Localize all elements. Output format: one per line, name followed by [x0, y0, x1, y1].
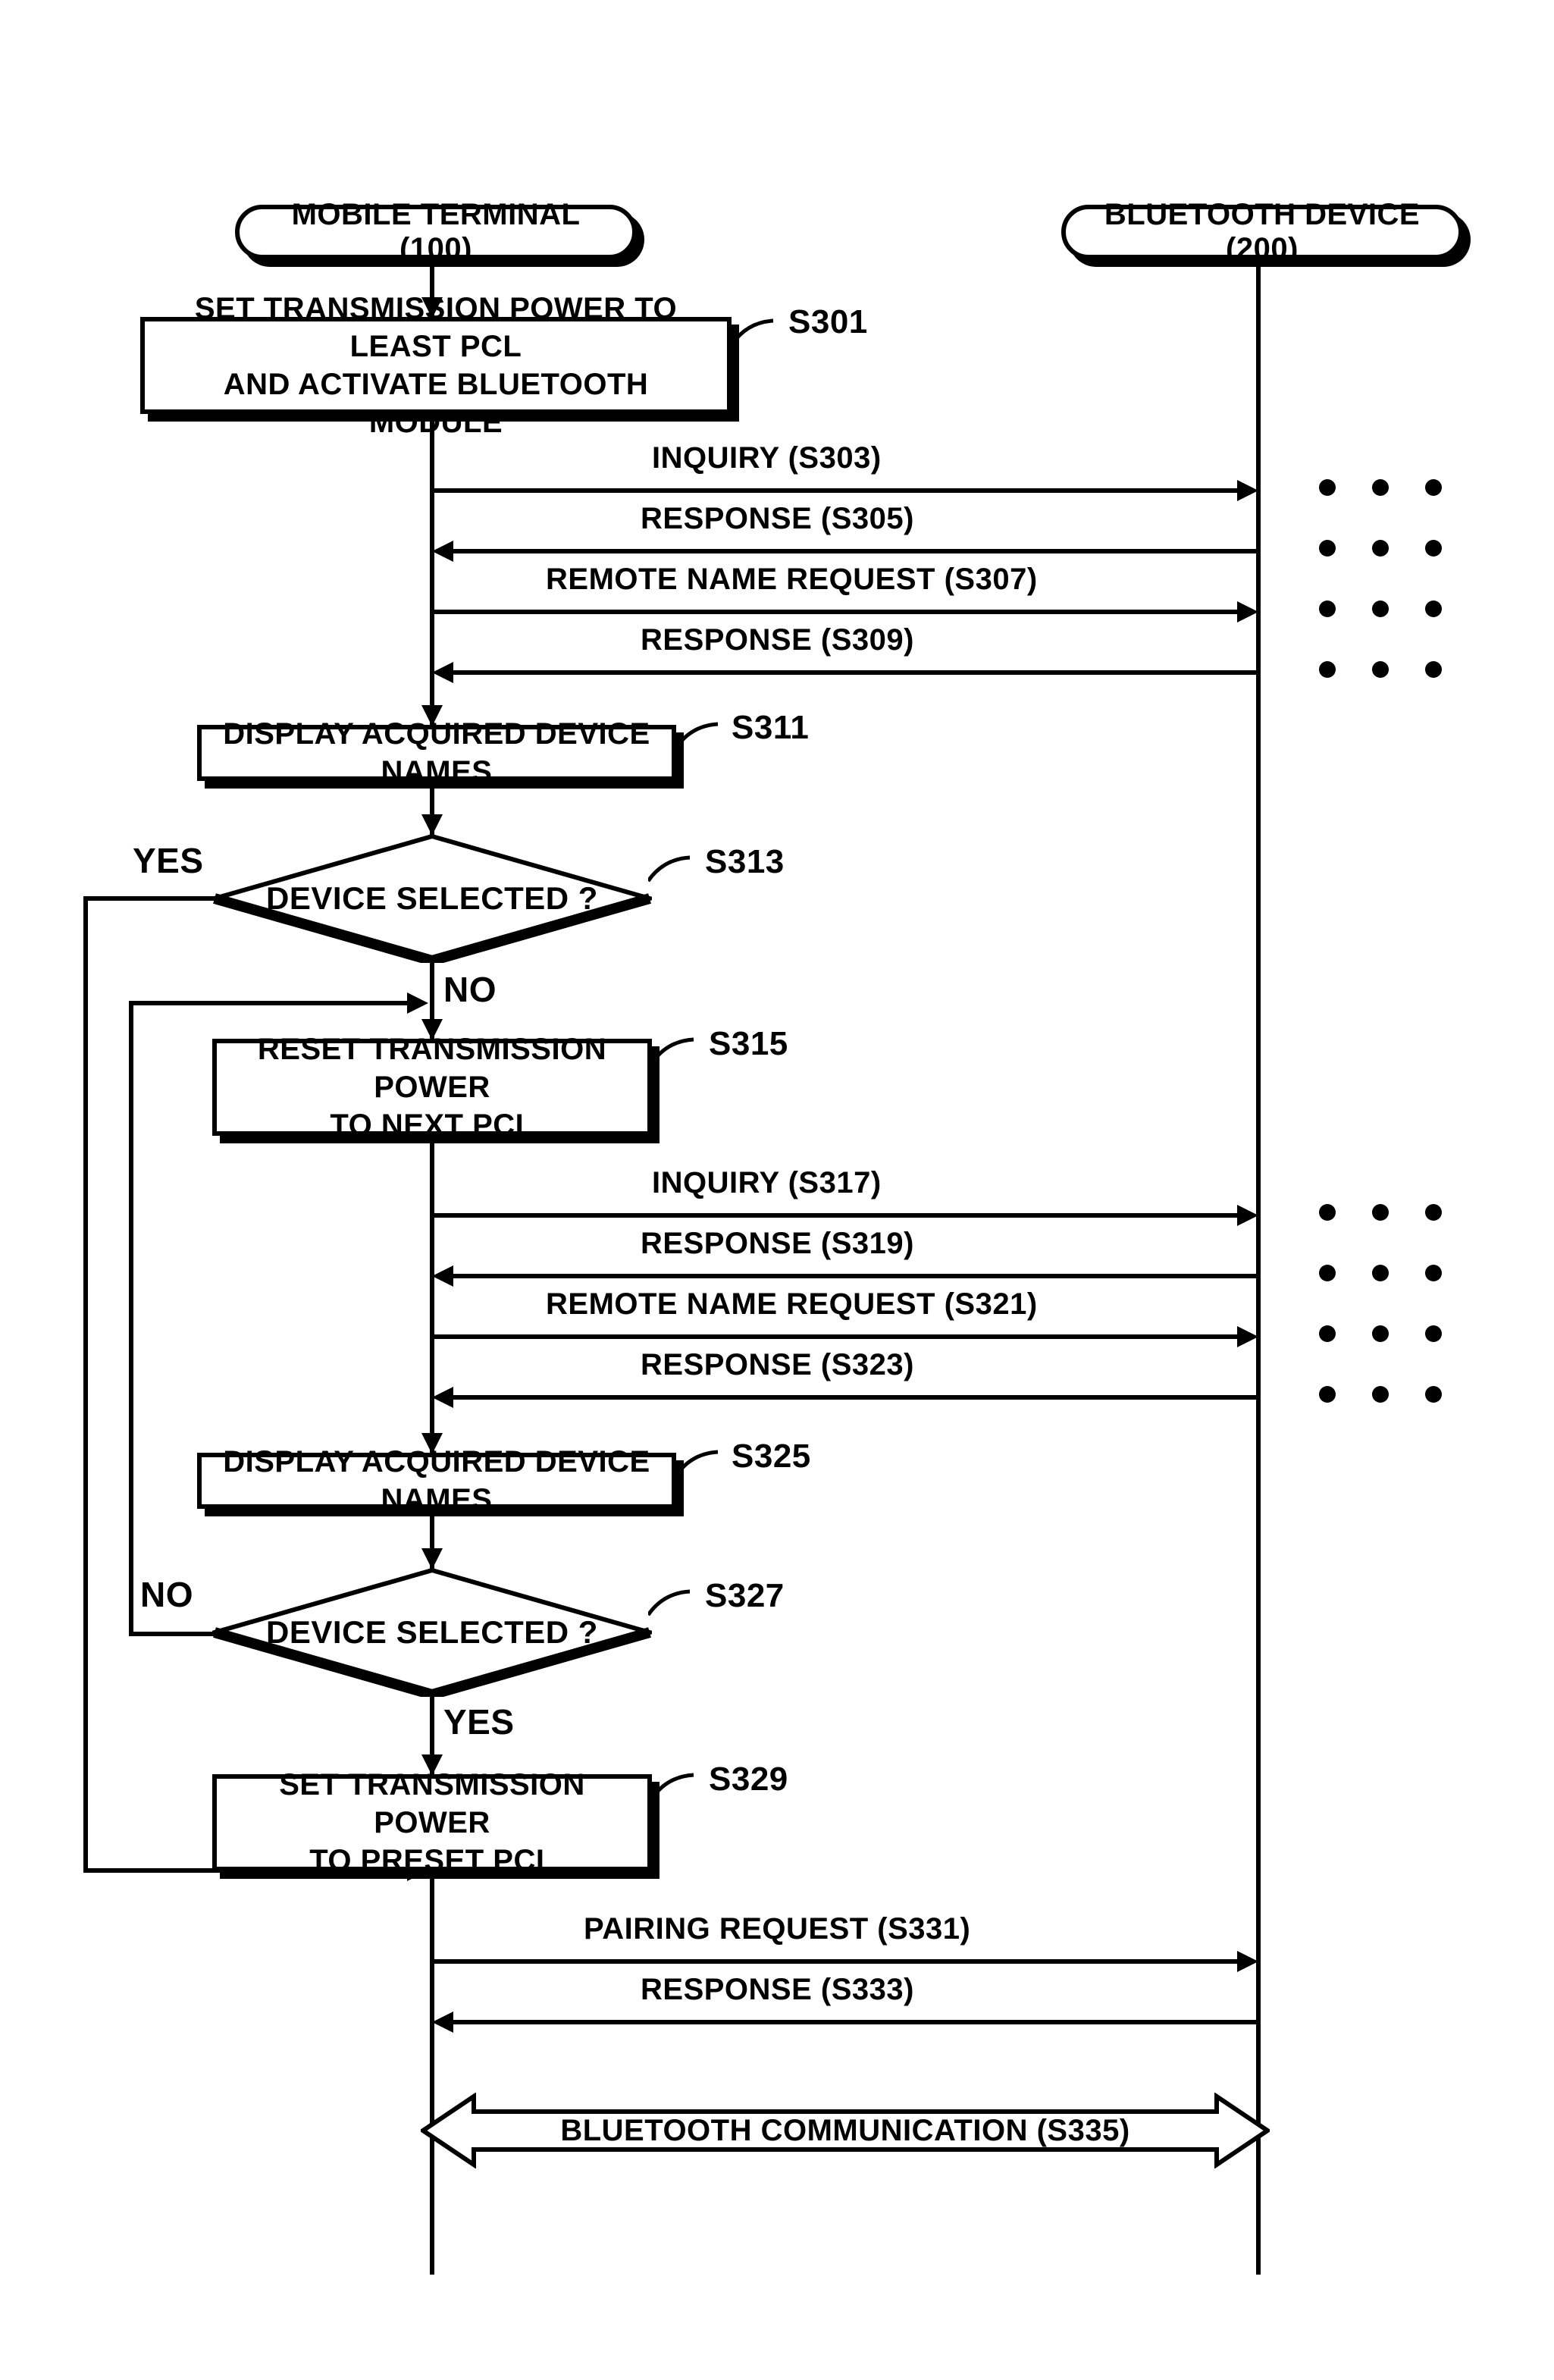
terminator-mobile: MOBILE TERMINAL (100): [235, 205, 637, 259]
leader-s311: [676, 722, 729, 754]
msg-s333-text: RESPONSE (S333): [641, 1973, 914, 2007]
process-s301-text: SET TRANSMISSION POWER TO LEAST PCL AND …: [160, 290, 712, 441]
leader-s325: [676, 1450, 729, 1482]
ellipsis-dot: [1425, 540, 1442, 557]
ellipsis-dot: [1319, 600, 1336, 617]
msg-s307-text: REMOTE NAME REQUEST (S307): [546, 563, 1038, 597]
step-s315: S315: [709, 1025, 788, 1063]
terminator-bluetooth: BLUETOOTH DEVICE (200): [1061, 205, 1463, 259]
connector: [129, 1001, 407, 1005]
decision-s313-text: DEVICE SELECTED ?: [266, 880, 598, 917]
msg-s303-text: INQUIRY (S303): [652, 441, 882, 475]
step-s327: S327: [705, 1577, 785, 1615]
branch-s327-yes: YES: [443, 1701, 515, 1742]
ellipsis-dot: [1372, 600, 1389, 617]
connector: [83, 896, 88, 1868]
process-s301: SET TRANSMISSION POWER TO LEAST PCL AND …: [140, 317, 732, 414]
ellipsis-dot: [1372, 479, 1389, 496]
msg-s323: RESPONSE (S323): [432, 1384, 1258, 1415]
process-s325-text: DISPLAY ACQUIRED DEVICE NAMES: [217, 1443, 656, 1519]
ellipsis-dot: [1319, 661, 1336, 678]
terminator-bluetooth-label: BLUETOOTH DEVICE (200): [1081, 198, 1443, 266]
step-s301: S301: [788, 303, 868, 341]
leader-s315: [652, 1037, 705, 1070]
process-s329: SET TRANSMISSION POWER TO PRESET PCL: [212, 1774, 652, 1871]
leader-s329: [652, 1773, 705, 1805]
msg-s323-text: RESPONSE (S323): [641, 1348, 914, 1382]
process-s325: DISPLAY ACQUIRED DEVICE NAMES: [197, 1453, 676, 1509]
ellipsis-dot: [1319, 540, 1336, 557]
ellipsis-dot: [1372, 1386, 1389, 1403]
process-s315-text: RESET TRANSMISSION POWER TO NEXT PCL: [232, 1030, 632, 1144]
ellipsis-dot: [1425, 600, 1442, 617]
process-s329-text: SET TRANSMISSION POWER TO PRESET PCL: [232, 1766, 632, 1880]
process-s311-text: DISPLAY ACQUIRED DEVICE NAMES: [217, 715, 656, 791]
step-s313: S313: [705, 843, 785, 881]
msg-s309-text: RESPONSE (S309): [641, 623, 914, 657]
ellipsis-dot: [1425, 479, 1442, 496]
step-s325: S325: [732, 1438, 811, 1475]
ellipsis-dot: [1319, 1265, 1336, 1281]
decision-s327-text: DEVICE SELECTED ?: [266, 1614, 598, 1651]
ellipsis-dot: [1372, 1325, 1389, 1342]
branch-s327-no: NO: [140, 1574, 193, 1615]
ellipsis-dot: [1372, 661, 1389, 678]
branch-s313-no: NO: [443, 969, 497, 1010]
msg-s305-text: RESPONSE (S305): [641, 502, 914, 536]
connector: [129, 1001, 133, 1636]
ellipsis-dot: [1425, 1265, 1442, 1281]
connector: [129, 1632, 215, 1636]
flow-arrowhead: [407, 992, 428, 1014]
leader-s313: [648, 855, 701, 888]
msg-s331-text: PAIRING REQUEST (S331): [584, 1912, 970, 1946]
step-s311: S311: [732, 709, 809, 747]
decision-s313: DEVICE SELECTED ?: [212, 834, 652, 963]
ellipsis-dot: [1319, 1325, 1336, 1342]
flow-arrowhead: [421, 814, 443, 836]
decision-s327: DEVICE SELECTED ?: [212, 1568, 652, 1697]
branch-s313-yes: YES: [133, 840, 204, 881]
msg-s317-text: INQUIRY (S317): [652, 1166, 882, 1200]
leader-s327: [648, 1589, 701, 1622]
ellipsis-dot: [1319, 1386, 1336, 1403]
msg-s319-text: RESPONSE (S319): [641, 1227, 914, 1261]
doublearrow-s335: BLUETOOTH COMMUNICATION (S335): [421, 2093, 1270, 2168]
ellipsis-dot: [1425, 661, 1442, 678]
msg-s333: RESPONSE (S333): [432, 2009, 1258, 2040]
flowchart-stage: MOBILE TERMINAL (100) BLUETOOTH DEVICE (…: [0, 0, 1554, 2380]
doublearrow-s335-text: BLUETOOTH COMMUNICATION (S335): [560, 2114, 1129, 2148]
ellipsis-dot: [1319, 479, 1336, 496]
ellipsis-dot: [1372, 540, 1389, 557]
flow-arrowhead: [421, 1548, 443, 1569]
leader-s301: [732, 318, 785, 353]
ellipsis-dot: [1372, 1204, 1389, 1221]
process-s311: DISPLAY ACQUIRED DEVICE NAMES: [197, 725, 676, 781]
step-s329: S329: [709, 1761, 788, 1798]
terminator-mobile-label: MOBILE TERMINAL (100): [255, 198, 617, 266]
ellipsis-dot: [1372, 1265, 1389, 1281]
ellipsis-dot: [1425, 1386, 1442, 1403]
ellipsis-dot: [1425, 1204, 1442, 1221]
connector: [83, 896, 215, 901]
ellipsis-dot: [1425, 1325, 1442, 1342]
ellipsis-dot: [1319, 1204, 1336, 1221]
msg-s309: RESPONSE (S309): [432, 660, 1258, 690]
process-s315: RESET TRANSMISSION POWER TO NEXT PCL: [212, 1039, 652, 1136]
msg-s321-text: REMOTE NAME REQUEST (S321): [546, 1287, 1038, 1322]
